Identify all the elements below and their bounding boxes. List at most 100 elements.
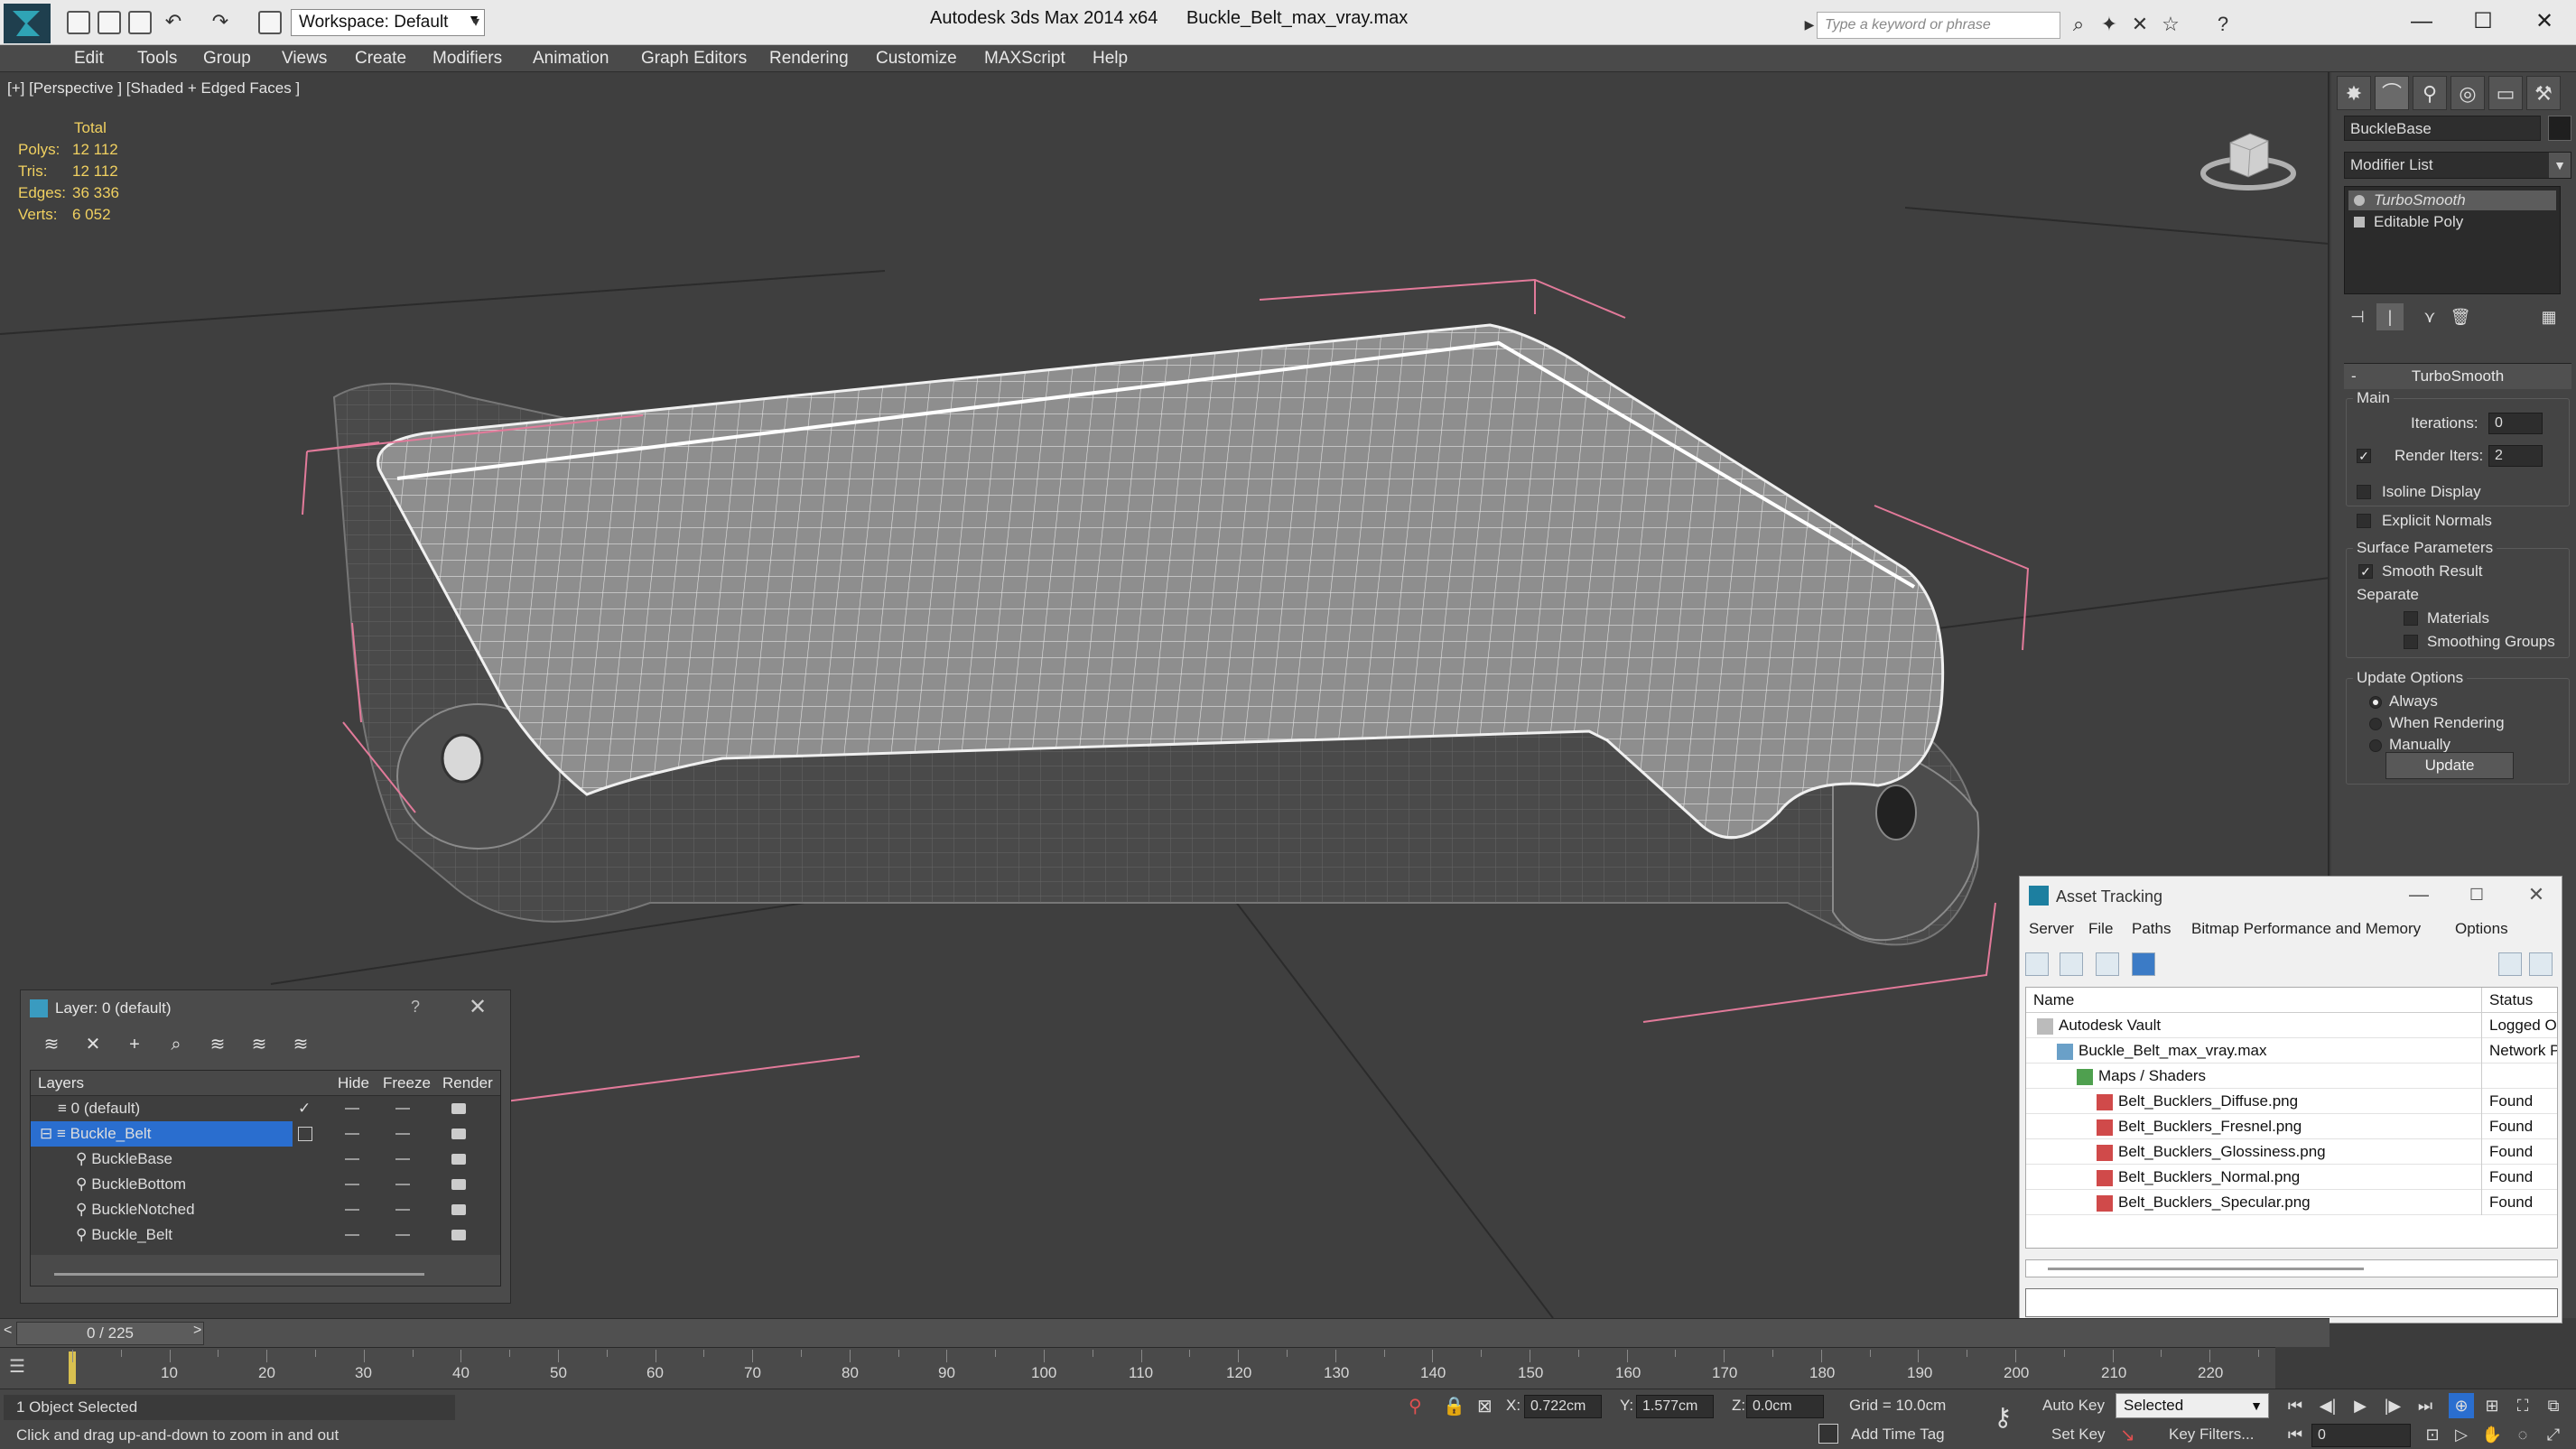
col-hide[interactable]: Hide: [338, 1074, 369, 1092]
add-to-layer-icon[interactable]: +: [122, 1032, 147, 1057]
asset-row[interactable]: Belt_Bucklers_Normal.png Found: [2026, 1165, 2557, 1190]
z-coordinate-field[interactable]: 0.0cm: [1746, 1395, 1824, 1418]
render-teapot-icon[interactable]: [451, 1179, 466, 1190]
key-icon[interactable]: ⚷: [1994, 1402, 2013, 1432]
menu-group[interactable]: Group: [203, 49, 251, 69]
pan-view-icon[interactable]: ✋: [2479, 1422, 2505, 1447]
add-time-tag[interactable]: Add Time Tag: [1851, 1426, 1945, 1444]
menu-maxscript[interactable]: MAXScript: [984, 49, 1065, 69]
menu-tools[interactable]: Tools: [137, 49, 177, 69]
asset-row[interactable]: Belt_Bucklers_Fresnel.png Found: [2026, 1114, 2557, 1139]
menu-graph-editors[interactable]: Graph Editors: [641, 49, 747, 69]
orbit-icon[interactable]: ◌: [2510, 1422, 2535, 1447]
menu-modifiers[interactable]: Modifiers: [432, 49, 502, 69]
render-teapot-icon[interactable]: [451, 1154, 466, 1165]
close-button[interactable]: ✕: [469, 994, 487, 1020]
highlight-layer-icon[interactable]: ≋: [205, 1032, 230, 1057]
menu-server[interactable]: Server: [2029, 920, 2074, 938]
expand-icon[interactable]: [2354, 217, 2365, 228]
lightbulb-icon[interactable]: [2354, 195, 2365, 206]
help-icon[interactable]: [2498, 952, 2522, 976]
active-box-icon[interactable]: [298, 1127, 312, 1141]
undo-icon[interactable]: ↶: [163, 11, 184, 33]
project-folder-icon[interactable]: [258, 11, 282, 34]
update-button[interactable]: Update: [2385, 752, 2514, 779]
select-objects-icon[interactable]: ⌕: [163, 1032, 189, 1057]
menu-bitmap-performance[interactable]: Bitmap Performance and Memory: [2191, 920, 2421, 938]
table-view-icon[interactable]: [2096, 952, 2119, 976]
object-color-swatch[interactable]: [2548, 116, 2571, 141]
viewport-label[interactable]: [+] [Perspective ] [Shaded + Edged Faces…: [7, 79, 300, 98]
workspace-arrow-icon[interactable]: ▾: [465, 12, 487, 33]
menu-animation[interactable]: Animation: [533, 49, 609, 69]
render-teapot-icon[interactable]: [451, 1103, 466, 1114]
layer-row[interactable]: ⚲ BuckleBase: [31, 1147, 500, 1172]
time-slider-thumb[interactable]: 0 / 225: [16, 1322, 204, 1345]
explicit-normals-checkbox[interactable]: [2357, 514, 2371, 528]
settings-icon[interactable]: [2529, 952, 2553, 976]
col-status[interactable]: Status: [2481, 988, 2540, 1013]
grid-view-icon[interactable]: [2132, 952, 2155, 976]
utilities-tab-icon[interactable]: ⚒: [2526, 76, 2561, 110]
freeze-all-icon[interactable]: ≋: [288, 1032, 313, 1057]
auto-key-button[interactable]: Auto Key: [2042, 1397, 2105, 1415]
favorites-star-icon[interactable]: ☆: [2160, 14, 2181, 35]
go-to-end-icon[interactable]: ⏭: [2413, 1393, 2438, 1418]
make-unique-icon[interactable]: ⋎: [2416, 303, 2443, 330]
redo-icon[interactable]: ↷: [209, 11, 231, 33]
asset-path-field[interactable]: [2025, 1288, 2558, 1317]
field-of-view-icon[interactable]: ⛶: [2510, 1393, 2535, 1418]
maximize-viewport-icon[interactable]: ⧉: [2541, 1393, 2566, 1418]
help-button[interactable]: ?: [411, 998, 420, 1017]
track-bar[interactable]: ☰ 10 20 30 40 50 60 70 80 90 100 110 120…: [0, 1347, 2275, 1389]
menu-help[interactable]: Help: [1093, 49, 1128, 69]
delete-layer-icon[interactable]: ✕: [80, 1032, 106, 1057]
isolate-icon[interactable]: ⚲: [1409, 1395, 1422, 1417]
render-iters-spinner[interactable]: 2: [2488, 445, 2543, 467]
render-teapot-icon[interactable]: [451, 1204, 466, 1215]
active-check-icon[interactable]: ✓: [298, 1096, 311, 1121]
menu-rendering[interactable]: Rendering: [769, 49, 849, 69]
menu-create[interactable]: Create: [355, 49, 406, 69]
new-layer-icon[interactable]: ≋: [39, 1032, 64, 1057]
time-slider[interactable]: < 0 / 225 >: [0, 1318, 2330, 1347]
isoline-checkbox[interactable]: [2357, 485, 2371, 499]
menu-file[interactable]: File: [2088, 920, 2113, 938]
col-render[interactable]: Render: [442, 1074, 493, 1092]
layer-row[interactable]: ⚲ BuckleBottom: [31, 1172, 500, 1197]
refresh-icon[interactable]: [2025, 952, 2049, 976]
col-name[interactable]: Name: [2033, 991, 2074, 1009]
zoom-all-icon[interactable]: ⊞: [2479, 1393, 2505, 1418]
walk-through-icon[interactable]: ⤢: [2541, 1422, 2566, 1447]
search-input[interactable]: Type a keyword or phrase: [1817, 12, 2060, 39]
render-teapot-icon[interactable]: [451, 1129, 466, 1139]
remove-modifier-icon[interactable]: 🗑: [2447, 303, 2474, 330]
play-icon[interactable]: ▶: [2348, 1393, 2373, 1418]
layer-row[interactable]: ⚲ BuckleNotched: [31, 1197, 500, 1222]
time-tag-icon[interactable]: [1818, 1424, 1838, 1444]
minimize-button[interactable]: —: [2395, 5, 2449, 38]
horizontal-scrollbar[interactable]: [2025, 1259, 2558, 1277]
render-iters-checkbox[interactable]: ✓: [2357, 449, 2371, 463]
hide-all-icon[interactable]: ≋: [246, 1032, 272, 1057]
close-button[interactable]: ✕: [2516, 882, 2556, 907]
manually-radio[interactable]: [2369, 739, 2382, 752]
curve-editor-icon[interactable]: ☰: [9, 1355, 49, 1382]
always-radio[interactable]: [2369, 696, 2382, 709]
menu-customize[interactable]: Customize: [876, 49, 957, 69]
asset-row[interactable]: Buckle_Belt_max_vray.max Network P: [2026, 1038, 2557, 1064]
set-key-mode-icon[interactable]: ↘: [2120, 1424, 2135, 1446]
asset-row[interactable]: Belt_Bucklers_Diffuse.png Found: [2026, 1089, 2557, 1114]
exchange-icon[interactable]: ✕: [2129, 14, 2151, 35]
iterations-spinner[interactable]: 0: [2488, 413, 2543, 434]
close-button[interactable]: ✕: [2517, 5, 2571, 38]
object-name-field[interactable]: BuckleBase: [2344, 116, 2541, 141]
menu-views[interactable]: Views: [282, 49, 327, 69]
prev-frame-icon[interactable]: <: [4, 1323, 12, 1339]
layer-row[interactable]: ⚲ Buckle_Belt: [31, 1222, 500, 1248]
configure-sets-icon[interactable]: ▦: [2535, 303, 2562, 330]
next-frame-icon[interactable]: |▶: [2380, 1393, 2405, 1418]
menu-edit[interactable]: Edit: [74, 49, 104, 69]
stack-item-turbosmooth[interactable]: TurboSmooth: [2348, 190, 2556, 210]
stack-item-editable-poly[interactable]: Editable Poly: [2348, 212, 2556, 232]
